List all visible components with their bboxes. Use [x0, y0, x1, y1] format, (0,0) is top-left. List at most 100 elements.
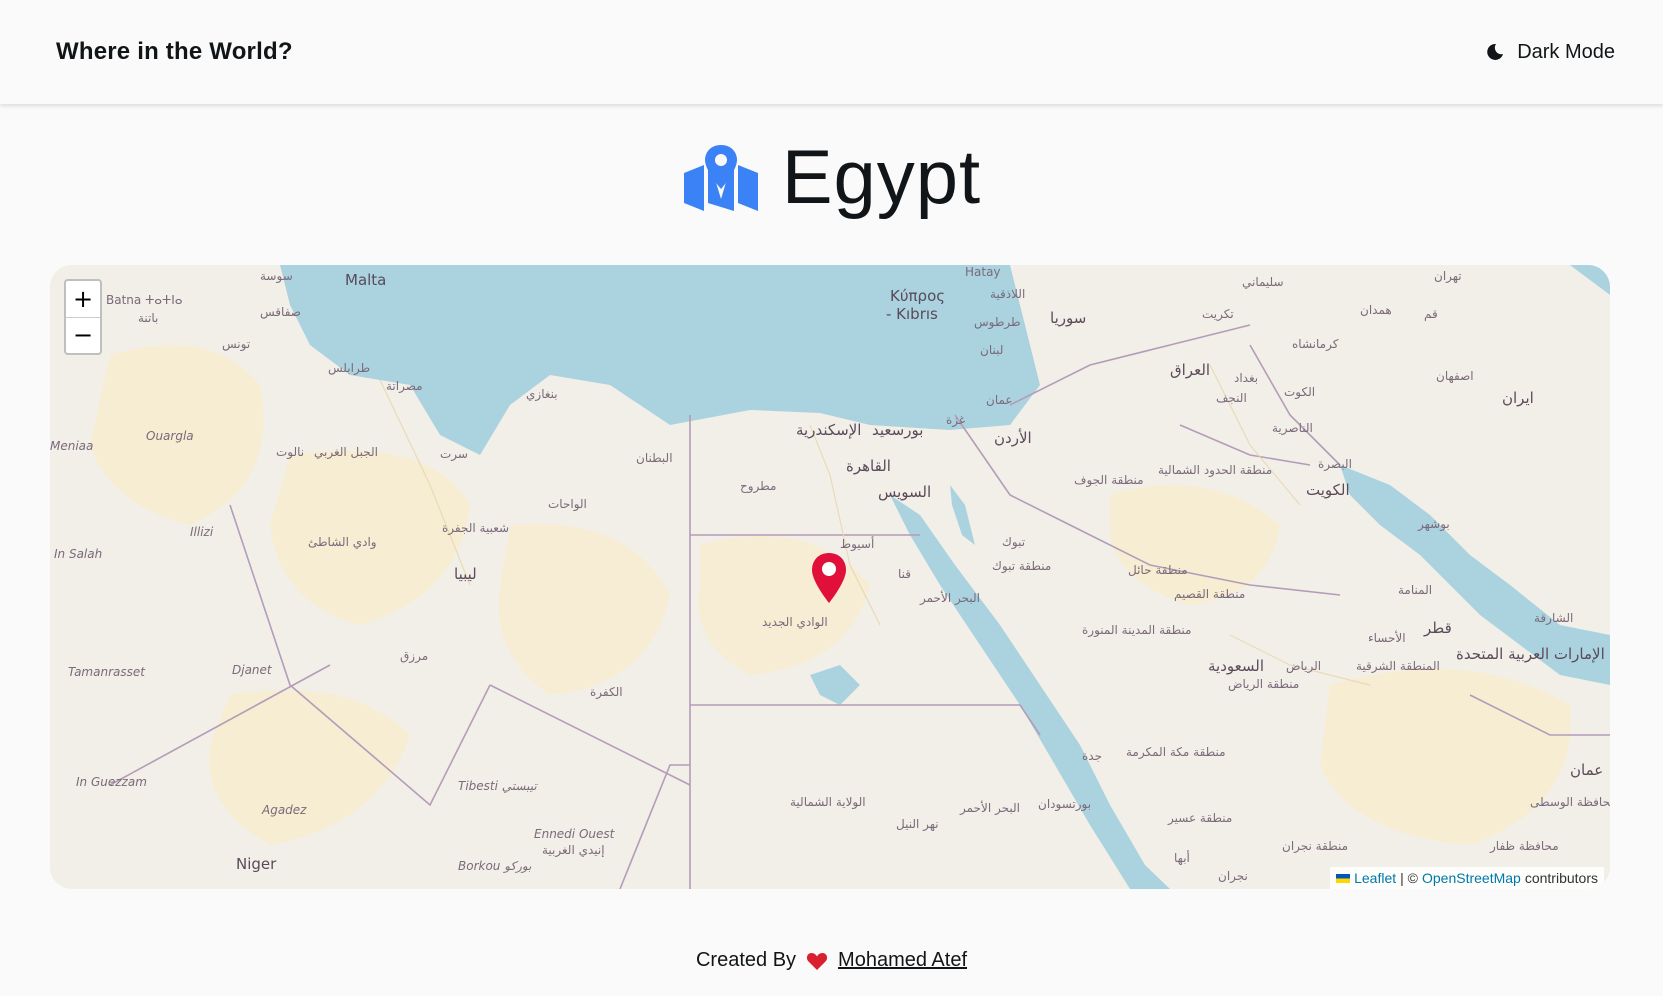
map-label: بورتسودان: [1038, 797, 1092, 811]
map-label: منطقة الجوف: [1074, 473, 1144, 487]
location-marker-icon[interactable]: [811, 552, 847, 604]
map-label: Niger: [236, 855, 277, 873]
page-footer: Created By Mohamed Atef: [0, 949, 1663, 972]
map-label: السويس: [878, 483, 932, 501]
map-location-icon: [683, 145, 758, 211]
map-label: تبوك: [1002, 535, 1026, 549]
map-label: تكريت: [1202, 307, 1234, 321]
map-label: عمان: [986, 393, 1013, 407]
map-label: سرت: [440, 447, 468, 461]
dark-mode-label: Dark Mode: [1517, 40, 1615, 63]
map-label: جدة: [1082, 749, 1103, 763]
site-title[interactable]: Where in the World?: [56, 38, 293, 66]
map-label: قطر: [1424, 619, 1452, 637]
map-label: منطقة الحدود الشمالية: [1158, 463, 1273, 477]
map-label: الرياض: [1286, 659, 1322, 673]
map-label: Meniaa: [50, 439, 94, 453]
map-label: البحر الأحمر: [960, 801, 1020, 815]
map-label: الإسكندرية: [796, 421, 862, 439]
map-label: لبنان: [980, 343, 1004, 357]
map-label: قنا: [898, 567, 912, 581]
map-label: السعودية: [1208, 657, 1265, 675]
map-label: In Salah: [54, 547, 103, 561]
map-label: منطقة تبوك: [992, 559, 1052, 573]
map-label: الوادي الجديد: [762, 615, 828, 629]
map-label: Illizi: [190, 525, 214, 539]
map-label: الواحات: [548, 497, 587, 511]
leaflet-link[interactable]: Leaflet: [1354, 870, 1396, 886]
map-label: محافظة الوسطى: [1530, 795, 1610, 809]
zoom-out-button[interactable]: −: [66, 318, 100, 354]
map-label: محافظة ظفار: [1490, 839, 1559, 853]
map-label: نهر النيل: [896, 817, 939, 831]
map-label: منطقة القصيم: [1174, 587, 1246, 601]
dark-mode-toggle[interactable]: Dark Mode: [1485, 41, 1615, 64]
map-label: منطقة عسير: [1168, 811, 1233, 825]
map-label: الأحساء: [1368, 631, 1406, 645]
map-label: Djanet: [232, 663, 272, 677]
map-label: الكويت: [1306, 481, 1350, 499]
map-label: الكوت: [1284, 385, 1316, 399]
osm-link[interactable]: OpenStreetMap: [1422, 870, 1521, 886]
author-link[interactable]: Mohamed Atef: [838, 949, 967, 972]
map-label: بغداد: [1234, 371, 1259, 385]
map-label: اللاذقية: [990, 287, 1026, 301]
map-label: Ennedi Ouest: [534, 827, 615, 841]
map-label: وادي الشاطئ: [308, 535, 377, 549]
attribution-separator: | ©: [1400, 870, 1418, 886]
map-label: اصفهان: [1436, 369, 1474, 383]
country-heading: Egypt: [0, 138, 1663, 218]
map-label: صفاقس: [260, 305, 301, 319]
top-header: Where in the World? Dark Mode: [0, 0, 1663, 104]
map-label: الشارقة: [1534, 611, 1574, 625]
moon-icon: [1487, 43, 1504, 60]
attribution-contributors: contributors: [1524, 870, 1598, 886]
map-label: بنغازي: [526, 387, 558, 401]
map-label: Batna ⵜⴰⵜⵏⴰ: [106, 293, 183, 307]
map-label: ایران: [1502, 389, 1534, 407]
map-label: مرزق: [400, 649, 429, 663]
map-label: کرمانشاه: [1292, 337, 1339, 351]
map-label: همدان: [1360, 303, 1392, 317]
map-label: ليبيا: [454, 565, 477, 583]
map-label: Tamanrasset: [68, 665, 145, 679]
map-label: مصراتة: [386, 379, 423, 393]
map-label: منطقة الرياض: [1228, 677, 1300, 691]
map-label: المنطقة الشرقية: [1356, 659, 1440, 673]
map-label: منطقة المدينة المنورة: [1082, 623, 1192, 637]
map-label: سوريا: [1050, 309, 1087, 327]
map-label: الولاية الشمالية: [790, 795, 866, 809]
map-label: النجف: [1216, 391, 1247, 405]
map-label: إنيدي الغربية: [542, 843, 605, 857]
map-label: طرطوس: [974, 315, 1021, 329]
map-label: Ouargla: [146, 429, 194, 443]
created-by-label: Created By: [695, 949, 797, 971]
map-label: - Kıbrıs: [886, 305, 938, 323]
map-label: البصرة: [1318, 457, 1352, 471]
map-label: أبها: [1174, 851, 1190, 865]
map-label: مطروح: [740, 479, 777, 493]
map-label: القاهرة: [846, 457, 891, 475]
map-label: Malta: [345, 271, 387, 289]
zoom-in-button[interactable]: +: [66, 281, 100, 318]
map-label: منطقة مكة المكرمة: [1126, 745, 1226, 759]
map-label: الجبل الغربي: [314, 445, 379, 459]
map-label: Tibesti تيبستي: [458, 779, 537, 793]
map-label: سوسة: [260, 269, 293, 283]
zoom-controls: + −: [64, 279, 102, 355]
map-label: Borkou بوركو: [458, 859, 532, 873]
map-label: الناصرية: [1272, 421, 1313, 435]
map-label: طرابلس: [328, 361, 371, 375]
map-label: منطقة نجران: [1282, 839, 1349, 853]
map-label: سليماني: [1242, 275, 1284, 289]
map-label: قم: [1424, 307, 1438, 321]
ukraine-flag-icon: [1336, 873, 1351, 883]
map-label: العراق: [1170, 361, 1211, 379]
map-label: البطنان: [636, 451, 673, 465]
map-label: Agadez: [262, 803, 307, 817]
country-map[interactable]: Malta Κύπρος - Kıbrıs Hatay Batna ⵜⴰⵜⵏⴰ …: [50, 265, 1610, 889]
map-label: تهران: [1434, 269, 1462, 283]
map-label: Hatay: [965, 265, 1001, 279]
map-label: نالوت: [276, 445, 305, 459]
map-label: تونس: [222, 337, 251, 351]
